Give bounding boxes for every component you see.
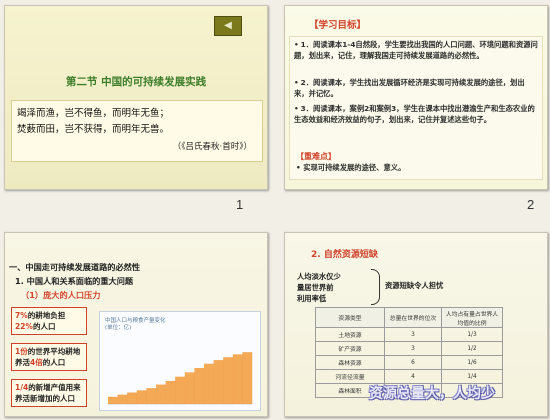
slide-thumbnail-1[interactable]: ◀ 第二节 中国的可持续发展实践 竭泽而渔，岂不得鱼，而明年无鱼； 焚薮而田，岂… [4,5,268,190]
table-cell: 1/6 [441,355,503,370]
brace-text: 人均淡水仅少 量居世界前 利用率低 [297,271,365,304]
slide-title: 2. 自然资源短缺 [311,250,378,260]
objective-item-3: • 3．阅读课本，案例2和案例3，学生在课本中找出潜渝生产和生态农业的生态效益和经… [294,104,535,124]
chart-bar [204,363,214,404]
callout-population: 1份的世界平均耕地养活4倍的人口 [11,343,87,371]
slide-thumbnail-2[interactable]: 【学习目标】 • 1．阅读课本1-4自然段，学生要找出我国的人口问题、环境问题和资… [284,5,548,190]
slide-thumbnail-3[interactable]: 一、中国走可持续发展道路的必然性 1. 中国人和关系面临的重大问题 （1）庞大的… [4,232,268,417]
chart-bar [175,376,186,404]
table-cell: 1/2 [441,341,503,356]
poem-line-1: 竭泽而渔，岂不得鱼，而明年无鱼； [17,108,170,119]
slide-number-2: 2 [527,197,535,212]
population-chart-svg [108,352,253,405]
slide-title: 第二节 中国的可持续发展实践 [65,76,207,88]
chart-bar [194,368,205,404]
table-cell: 土地资源 [315,327,385,342]
table-cell: 森林资源 [315,355,385,370]
chart-bar [146,388,157,404]
chart-bar [242,352,253,404]
brace-line: 利用率低 [297,294,327,303]
table-cell: 矿产资源 [315,341,385,356]
poem-box: 竭泽而渔，岂不得鱼，而明年无鱼； 焚薮而田，岂不获得，而明年无兽。 （《吕氏春秋… [11,100,263,162]
objective-item-2: • 2．阅读课本，学生找出发展循环经济是实现可持续发展的途径，划出来，并记忆。 [294,78,525,98]
table-cell: 河流径流量 [315,369,385,384]
slide-number-1: 1 [236,197,244,212]
chart-bar [232,354,243,404]
table-cell: 3 [384,341,442,356]
table-cell: 1/3 [441,327,503,342]
table-row: 土地资源 3 1/3 [315,327,503,342]
table-header-row: 资源类型 总量在世界的位次 人均占有量占世界人均值的比例 [315,307,503,328]
brace-line: 人均淡水仅少 [297,272,341,281]
chart-bar [165,380,176,404]
callout-output: 1/4的新增产值用来养活新增加的人口 [11,379,87,407]
population-chart: 中国人口与粮食产量变化 (单位：亿) [99,311,261,411]
subsection-heading: 1. 中国人和关系面临的重大问题 [15,276,134,286]
chart-bar [108,396,118,404]
brace-label: 资源短缺令人担忧 [385,281,444,290]
table-header: 人均占有量占世界人均值的比例 [441,307,503,328]
table-cell: 1/4 [441,369,503,384]
key-points-title: 【重难点】 [296,152,336,161]
key-point-item: • 实现可持续发展的途径、意义。 [296,163,406,172]
table-cell: 4 [384,369,442,384]
table-cell: 3 [384,327,442,342]
chart-bar [136,390,147,404]
chart-bar [117,394,128,404]
table-row: 森林资源 6 1/6 [315,355,503,370]
callout-farmland: 7%的耕地负担22%的人口 [11,307,87,335]
chart-bar [127,392,138,404]
table-cell: 6 [384,355,442,370]
chart-bar [156,384,166,404]
previous-nav-button[interactable]: ◀ [214,16,242,36]
chart-bar [223,357,234,404]
chart-bar [184,372,195,404]
table-row: 河流径流量 4 1/4 [315,369,503,384]
table-header: 总量在世界的位次 [384,307,442,328]
slide-thumbnail-4[interactable]: 2. 自然资源短缺 人均淡水仅少 量居世界前 利用率低 资源短缺令人担忧 资源类… [284,232,548,417]
section-heading: 一、中国走可持续发展道路的必然性 [9,262,141,272]
objectives-panel: • 1．阅读课本1-4自然段，学生要找出我国的人口问题、环境问题和资源问题，划出来… [289,36,543,180]
poem-line-2: 焚薮而田，岂不获得，而明年无兽。 [17,124,170,135]
table-header: 资源类型 [315,307,385,328]
table-row: 矿产资源 3 1/2 [315,341,503,356]
objective-item-1: • 1．阅读课本1-4自然段，学生要找出我国的人口问题、环境问题和资源问题，划出来… [294,40,538,60]
topic-heading: （1）庞大的人口压力 [21,290,101,300]
objectives-title: 【学习目标】 [309,20,367,31]
poem-source: （《吕氏春秋·首时》） [172,142,252,152]
chart-bar [213,360,224,404]
resource-banner: 资源总量大，人均少 [369,386,495,402]
brace-shape [371,269,380,305]
brace-line: 量居世界前 [297,283,334,292]
